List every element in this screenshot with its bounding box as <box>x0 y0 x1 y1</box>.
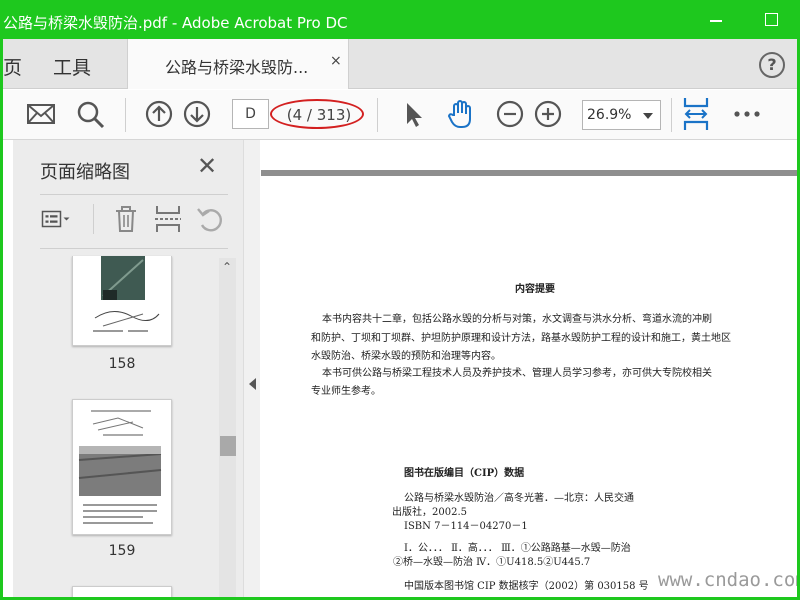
page-down-icon[interactable] <box>181 98 213 130</box>
document-tab-label: 公路与桥梁水毁防... <box>165 58 309 77</box>
summary-line: 和防护、丁坝和丁坝群、护坦防护原理和设计方法，路基水毁防护工程的设计和施工，黄土… <box>311 333 731 344</box>
page-thumbnail[interactable] <box>72 256 172 346</box>
cip-line: 中国版本图书馆 CIP 数据核字（2002）第 030158 号 <box>404 581 649 592</box>
thumbnail-scrollbar[interactable]: ⌃ <box>219 258 236 597</box>
summary-line: 专业师生参考。 <box>311 386 381 397</box>
rotate-icon[interactable] <box>195 204 225 234</box>
cip-line: ②桥—水毁—防治 Ⅳ．①U418.5②U445.7 <box>393 557 591 568</box>
summary-line: 本书内容共十二章，包括公路水毁的分析与对策，水文调查与洪水分析、弯道水流的冲刷 <box>322 314 712 325</box>
divider <box>93 204 94 234</box>
collapse-panel-icon[interactable] <box>249 378 256 390</box>
thumbnail-image <box>78 410 162 524</box>
hand-tool-icon[interactable] <box>445 98 477 130</box>
tab-tools[interactable]: 工具 <box>53 53 91 80</box>
more-icon[interactable] <box>731 98 763 130</box>
page-thumbnail[interactable] <box>72 586 172 597</box>
page-up-icon[interactable] <box>143 98 175 130</box>
panel-splitter[interactable] <box>243 140 260 597</box>
trash-icon[interactable] <box>111 204 141 234</box>
scroll-up-icon[interactable]: ⌃ <box>222 260 232 274</box>
cip-line: Ⅰ．公．．． Ⅱ．高．．． Ⅲ．①公路路基—水毁—防治 <box>404 543 631 554</box>
maximize-button[interactable] <box>765 13 778 26</box>
scrollbar-thumb[interactable] <box>220 436 236 456</box>
zoom-out-icon[interactable] <box>494 98 526 130</box>
panel-title: 页面缩略图 <box>40 162 130 183</box>
cip-line: ISBN 7－114－04270－1 <box>404 521 528 532</box>
close-tab-icon[interactable]: × <box>330 53 342 69</box>
toolbar-separator <box>377 98 378 132</box>
summary-line: 水毁防治、桥梁水毁的预防和治理等内容。 <box>311 351 501 362</box>
window-title: 公路与桥梁水毁防治.pdf - Adobe Acrobat Pro DC <box>3 14 348 32</box>
thumbnails-panel: 页面缩略图 ✕ 158 159 ⌃ <box>3 140 243 597</box>
page-thumbnail[interactable] <box>72 399 172 535</box>
divider <box>40 194 228 195</box>
toolbar: D (4 / 313) 26.9% <box>3 90 797 140</box>
tab-home[interactable]: 页 <box>3 53 22 80</box>
thumbnail-image <box>93 256 160 332</box>
toolbar-separator <box>125 98 126 132</box>
tab-document[interactable]: 公路与桥梁水毁防... × <box>127 39 349 89</box>
chevron-down-icon <box>643 113 653 119</box>
thumbnail-page-label: 158 <box>108 356 136 372</box>
cip-line: 公路与桥梁水毁防治／高冬光著．—北京：人民交通 <box>404 493 634 504</box>
minimize-button[interactable] <box>709 11 723 25</box>
title-bar: 公路与桥梁水毁防治.pdf - Adobe Acrobat Pro DC <box>3 3 797 39</box>
cip-heading: 图书在版编目（CIP）数据 <box>404 468 525 479</box>
zoom-in-icon[interactable] <box>532 98 564 130</box>
fit-width-icon[interactable] <box>680 96 712 132</box>
zoom-select[interactable]: 26.9% <box>582 100 661 130</box>
app-window: 公路与桥梁水毁防治.pdf - Adobe Acrobat Pro DC 页 工… <box>0 0 800 600</box>
watermark: www.cndao.com <box>658 569 800 591</box>
highlight-circle <box>270 99 364 129</box>
summary-heading: 内容提要 <box>515 284 555 295</box>
zoom-value: 26.9% <box>587 107 632 123</box>
divider <box>40 248 228 249</box>
tab-bar: 页 工具 公路与桥梁水毁防... × ? <box>3 39 797 89</box>
search-icon[interactable] <box>74 98 106 130</box>
close-icon[interactable]: ✕ <box>197 154 217 178</box>
mail-icon[interactable] <box>25 98 57 130</box>
thumbnail-options-icon[interactable] <box>41 204 71 234</box>
extract-pages-icon[interactable] <box>153 204 183 234</box>
page-number-input[interactable]: D <box>232 99 269 129</box>
help-button[interactable]: ? <box>759 52 785 78</box>
toolbar-separator <box>671 98 672 132</box>
page-top-border <box>261 170 797 176</box>
thumbnail-page-label: 159 <box>108 543 136 559</box>
cip-line: 出版社，2002.5 <box>392 507 467 518</box>
summary-line: 本书可供公路与桥梁工程技术人员及养护技术、管理人员学习参考，亦可供大专院校相关 <box>322 368 712 379</box>
select-arrow-icon[interactable] <box>397 98 429 130</box>
